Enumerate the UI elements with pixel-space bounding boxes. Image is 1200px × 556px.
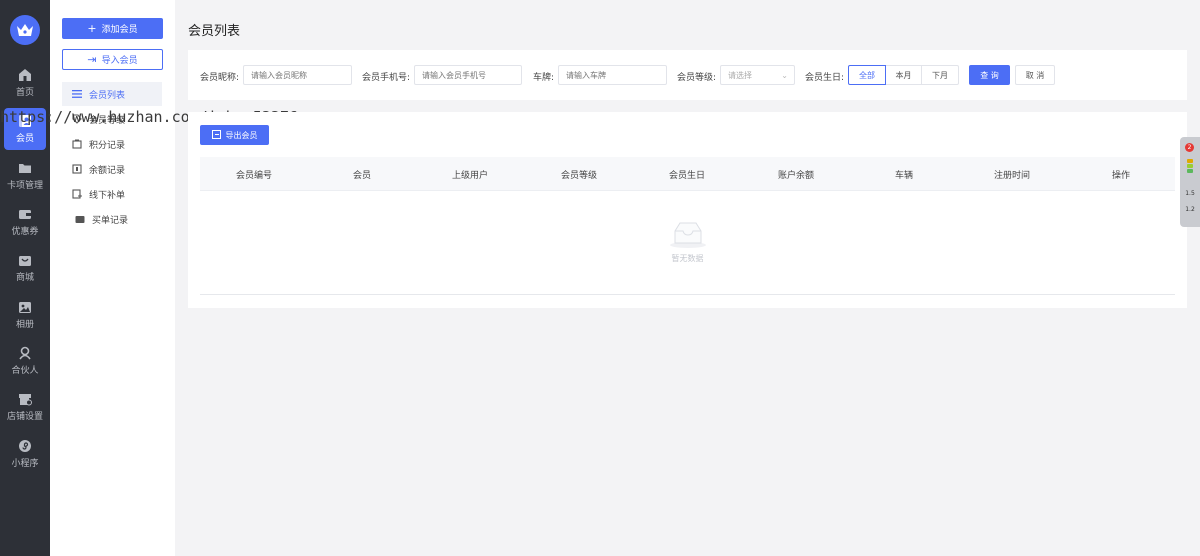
subnav-item-label: 余额记录: [89, 165, 126, 176]
speed-stat-download: 1.2: [1185, 206, 1195, 213]
rail-item-label: 优惠券: [11, 227, 39, 237]
rail-item-album[interactable]: 相册: [4, 294, 46, 336]
page-title: 会员列表: [188, 24, 241, 39]
partner-icon: [19, 346, 31, 360]
rail-item-label: 相册: [15, 320, 34, 330]
empty-text: 暂无数据: [671, 254, 704, 263]
subnav-item-label: 买单记录: [92, 215, 129, 226]
column-header: 注册时间: [993, 170, 1031, 181]
rail-item-label: 小程序: [11, 459, 39, 469]
birthday-option-next-month[interactable]: 下月: [921, 65, 959, 85]
phone-input[interactable]: [414, 65, 522, 85]
album-icon: [19, 302, 31, 313]
table-header: 会员编号 会员 上级用户 会员等级 会员生日 账户余额 车辆 注册时间 操作: [200, 157, 1175, 191]
add-member-button[interactable]: + 添加会员: [62, 18, 163, 39]
shop-icon: [19, 256, 31, 266]
folder-icon: [19, 164, 31, 173]
rail-item-coupons[interactable]: 优惠券: [4, 201, 46, 243]
rail-item-label: 首页: [15, 88, 34, 98]
wallet-icon: [19, 210, 31, 219]
main-rail: 首页 会员 卡项管理 优惠券 商城 相册 合伙人 店铺设置 小程序: [0, 0, 50, 556]
rail-item-label: 合伙人: [11, 366, 39, 376]
rail-item-home[interactable]: 首页: [4, 62, 46, 104]
subnav-item-offline-order[interactable]: 线下补单: [62, 182, 162, 206]
plate-input[interactable]: [558, 65, 667, 85]
empty-state: 暂无数据: [200, 191, 1175, 295]
query-button[interactable]: 查 询: [969, 65, 1010, 85]
member-subnav: + 添加会员 ⇥ 导入会员 会员列表 会员等级 积分记录 余额记录 线下补单 买…: [50, 0, 175, 556]
column-header: 会员: [352, 170, 372, 181]
rail-item-mall[interactable]: 商城: [4, 247, 46, 289]
export-icon: [211, 129, 221, 141]
birthday-label: 会员生日:: [805, 73, 845, 83]
column-header: 会员编号: [235, 170, 273, 181]
offline-order-icon: [72, 189, 84, 199]
miniprogram-icon: [19, 440, 31, 452]
balance-icon: [72, 164, 84, 174]
home-icon: [19, 69, 31, 81]
filter-bar: 会员昵称: 会员手机号: 车牌: 会员等级: 请选择 ⌄ 会员生日: 全部 本月…: [188, 50, 1187, 100]
points-icon: [72, 139, 84, 149]
subnav-item-label: 积分记录: [89, 140, 126, 151]
birthday-option-this-month[interactable]: 本月: [885, 65, 922, 85]
bill-icon: [75, 215, 87, 224]
column-header: 车辆: [894, 170, 914, 181]
member-table-card: 导出会员 会员编号 会员 上级用户 会员等级 会员生日 账户余额 车辆 注册时间…: [188, 112, 1187, 308]
rail-item-store-settings[interactable]: 店铺设置: [4, 386, 46, 428]
birthday-option-all[interactable]: 全部: [848, 65, 886, 85]
export-member-button[interactable]: 导出会员: [200, 125, 269, 145]
list-icon: [72, 90, 84, 98]
level-label: 会员等级:: [677, 73, 717, 83]
signal-bars-icon: [1187, 159, 1193, 174]
import-member-button[interactable]: ⇥ 导入会员: [62, 49, 163, 70]
chevron-down-icon: ⌄: [781, 71, 788, 80]
column-header: 会员生日: [668, 170, 706, 181]
subnav-item-label: 会员列表: [89, 90, 126, 101]
nickname-label: 会员昵称:: [200, 73, 240, 83]
column-header: 上级用户: [451, 170, 489, 181]
add-member-label: 添加会员: [101, 25, 138, 35]
column-header: 操作: [1111, 170, 1131, 181]
rail-item-label: 会员: [15, 134, 34, 144]
column-header: 会员等级: [560, 170, 598, 181]
rail-item-label: 卡项管理: [6, 181, 43, 191]
subnav-item-member-list[interactable]: 会员列表: [62, 82, 162, 106]
phone-label: 会员手机号:: [362, 73, 411, 83]
subnav-item-bill[interactable]: 买单记录: [62, 207, 162, 231]
plus-icon: +: [87, 22, 97, 35]
import-icon: ⇥: [87, 53, 97, 66]
import-member-label: 导入会员: [101, 56, 138, 66]
cancel-button[interactable]: 取 消: [1015, 65, 1055, 85]
plate-label: 车牌:: [533, 73, 555, 83]
rail-item-partner[interactable]: 合伙人: [4, 340, 46, 382]
column-header: 账户余额: [777, 170, 815, 181]
store-settings-icon: [19, 394, 32, 406]
subnav-item-points[interactable]: 积分记录: [62, 132, 162, 156]
rail-item-miniprogram[interactable]: 小程序: [4, 433, 46, 475]
export-member-label: 导出会员: [225, 130, 258, 140]
rail-item-cards[interactable]: 卡项管理: [4, 155, 46, 197]
rail-item-label: 商城: [15, 273, 34, 283]
level-select-value: 请选择: [728, 70, 752, 80]
subnav-item-label: 线下补单: [89, 190, 126, 201]
nickname-input[interactable]: [243, 65, 352, 85]
app-logo[interactable]: [10, 15, 40, 45]
level-select[interactable]: 请选择 ⌄: [720, 65, 795, 85]
rail-item-label: 店铺设置: [6, 412, 43, 422]
floating-speed-widget[interactable]: 2 1.5 1.2: [1180, 137, 1200, 227]
speed-stat-upload: 1.5: [1185, 190, 1195, 197]
empty-box-icon: [670, 222, 706, 248]
notification-badge: 2: [1185, 143, 1194, 152]
subnav-item-balance[interactable]: 余额记录: [62, 157, 162, 181]
